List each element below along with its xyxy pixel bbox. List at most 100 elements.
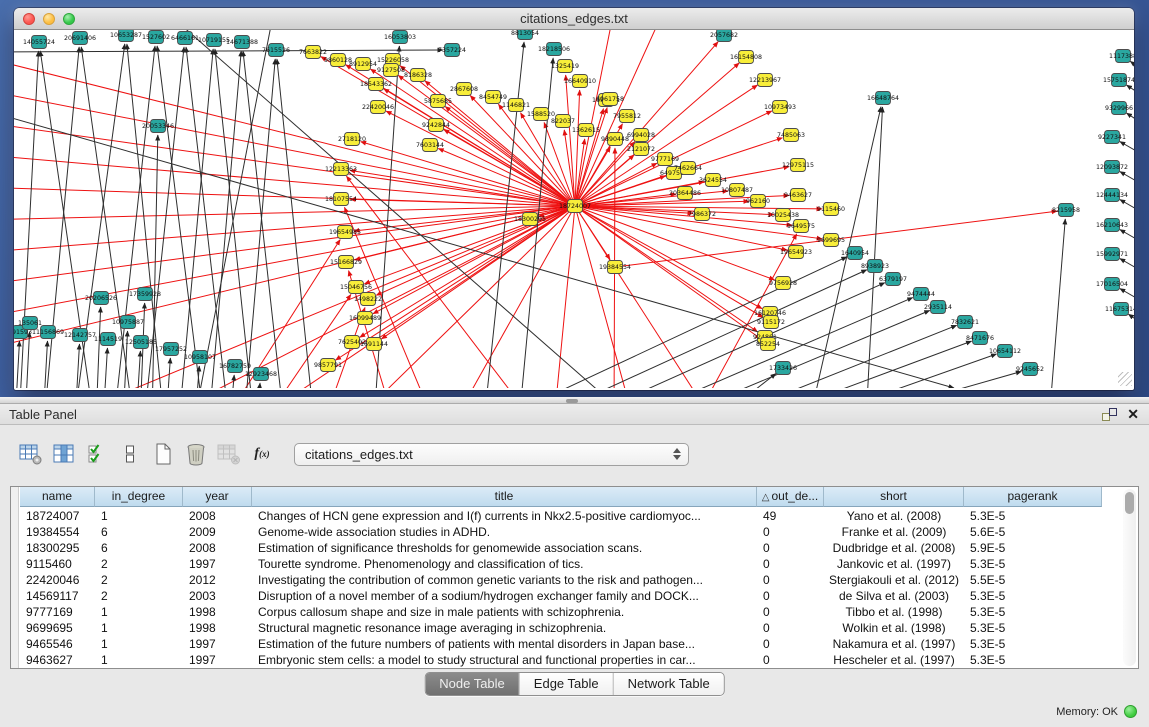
table-cell: 1	[95, 620, 183, 636]
table-cell: 19384554	[20, 524, 95, 540]
table-cell: 18300295	[20, 540, 95, 556]
table-row[interactable]: 911546021997Tourette syndrome. Phenomeno…	[20, 556, 1102, 572]
graph-node-label: 2935114	[924, 304, 952, 311]
table-vertical-scrollbar[interactable]	[1123, 489, 1136, 666]
citation-edge-black	[157, 46, 204, 388]
delete-table-button[interactable]	[183, 441, 209, 467]
table-selector-value: citations_edges.txt	[295, 447, 413, 462]
table-cell: 2003	[183, 588, 252, 604]
graph-node-label: 16782759	[219, 363, 251, 370]
graph-node-label: 18724007	[559, 203, 591, 210]
graph-node-label: 8912954	[349, 61, 377, 68]
graph-node-label: 17957252	[155, 346, 187, 353]
network-canvas[interactable]: 1872400718300295193845547663822986012889…	[14, 30, 1134, 388]
table-cell: 9115460	[20, 556, 95, 572]
table-cell: 5.3E-5	[964, 636, 1102, 652]
column-header-year[interactable]: year	[183, 487, 252, 507]
memory-ok-indicator	[1124, 705, 1137, 718]
table-cell: 49	[757, 508, 824, 524]
minimize-window-button[interactable]	[43, 13, 55, 25]
graph-node-label: 12142757	[64, 332, 96, 339]
table-cell: de Silva et al. (2003)	[824, 588, 964, 604]
column-header-in_degree[interactable]: in_degree	[95, 487, 183, 507]
split-pane-divider[interactable]	[0, 397, 1149, 404]
table-cell: Genome-wide association studies in ADHD.	[252, 524, 757, 540]
table-row[interactable]: 969969511998Structural magnetic resonanc…	[20, 620, 1102, 636]
table-cell: 5.3E-5	[964, 620, 1102, 636]
split-pane-handle[interactable]	[566, 399, 578, 403]
graph-node-label: 10654112	[989, 348, 1021, 355]
citation-edge-black	[534, 270, 867, 388]
column-header-out_de[interactable]: △out_de...	[757, 487, 824, 507]
graph-node-label: 10025438	[767, 212, 799, 219]
table-cell: Estimation of the future numbers of pati…	[252, 636, 757, 652]
citation-edge-red	[14, 154, 575, 206]
table-row[interactable]: 946362711997Embryonic stem cells: a mode…	[20, 652, 1102, 668]
window-resize-grip[interactable]	[1118, 372, 1132, 386]
scrollbar-thumb[interactable]	[1125, 492, 1134, 514]
column-header-title[interactable]: title	[252, 487, 757, 507]
desktop-background: citations_edges.txt 18724007183002951938…	[0, 0, 1149, 397]
table-row[interactable]: 1456911722003Disruption of a novel membe…	[20, 588, 1102, 604]
graph-node-label: 12213967	[749, 77, 781, 84]
table-cell: 1998	[183, 620, 252, 636]
select-all-columns-button[interactable]	[84, 441, 110, 467]
table-cell: 5.3E-5	[964, 508, 1102, 524]
table-row[interactable]: 2242004622012Investigating the contribut…	[20, 572, 1102, 588]
table-cell: Investigating the contribution of common…	[252, 572, 757, 588]
network-view-window: citations_edges.txt 18724007183002951938…	[14, 8, 1134, 390]
citation-edge-black	[136, 351, 140, 388]
network-graph: 1872400718300295193845547663822986012889…	[14, 30, 1134, 388]
table-row[interactable]: 1938455462009Genome-wide association stu…	[20, 524, 1102, 540]
status-bar: Memory: OK	[1056, 705, 1137, 718]
row-height-button[interactable]	[117, 441, 143, 467]
column-header-short[interactable]: short	[824, 487, 964, 507]
table-cell: Estimation of significance thresholds fo…	[252, 540, 757, 556]
show-columns-button[interactable]	[51, 441, 77, 467]
citation-edge-black	[15, 341, 20, 388]
citation-edge-red	[575, 206, 792, 225]
create-table-button[interactable]	[150, 441, 176, 467]
graph-node-label: 11675314	[1105, 306, 1134, 313]
close-panel-icon[interactable]: ✕	[1127, 407, 1139, 421]
column-header-name[interactable]: name	[20, 487, 95, 507]
citation-edge-black	[209, 51, 241, 388]
graph-node-label: 8938923	[861, 263, 889, 270]
graph-node-label: 1733426	[769, 365, 797, 372]
close-window-button[interactable]	[23, 13, 35, 25]
zoom-window-button[interactable]	[63, 13, 75, 25]
window-titlebar[interactable]: citations_edges.txt	[14, 8, 1134, 30]
graph-node-label: 9860128	[324, 57, 352, 64]
graph-node-label: 7357224	[438, 47, 466, 54]
float-panel-icon[interactable]	[1102, 408, 1117, 421]
row-height-icon	[124, 443, 136, 465]
graph-node-label: 16053803	[384, 34, 416, 41]
table-row[interactable]: 946554611997Estimation of the future num…	[20, 636, 1102, 652]
graph-node-label: 1691144	[360, 341, 388, 348]
table-settings-button[interactable]	[18, 441, 44, 467]
table-cell: 5.3E-5	[964, 588, 1102, 604]
graph-node-label: 11156869	[32, 329, 64, 336]
table-cell: Dudbridge et al. (2008)	[824, 540, 964, 556]
table-cell: 1997	[183, 652, 252, 668]
table-row[interactable]: 977716911998Corpus callosum shape and si…	[20, 604, 1102, 620]
citation-edge-red	[566, 75, 575, 206]
tab-network-table[interactable]: Network Table	[614, 673, 724, 695]
table-cell: 0	[757, 524, 824, 540]
table-row[interactable]: 1872400712008Changes of HCN gene express…	[20, 508, 1102, 524]
graph-node-label: 7485063	[777, 132, 805, 139]
column-header-pagerank[interactable]: pagerank	[964, 487, 1102, 507]
table-selector-dropdown[interactable]: citations_edges.txt	[294, 443, 689, 466]
function-builder-button[interactable]: f(x)	[249, 441, 275, 467]
graph-node-label: 3624554	[699, 177, 727, 184]
table-row[interactable]: 1830029562008Estimation of significance …	[20, 540, 1102, 556]
graph-node-label: 15226058	[377, 57, 409, 64]
citation-edge-black	[1049, 219, 1065, 388]
graph-node-label: 9115172	[757, 319, 785, 326]
tab-edge-table[interactable]: Edge Table	[520, 673, 614, 695]
graph-node-label: 16648764	[867, 95, 899, 102]
tab-node-table[interactable]: Node Table	[425, 673, 520, 695]
citation-edge-black	[179, 49, 213, 388]
table-cell: Nakamura et al. (1997)	[824, 636, 964, 652]
sort-ascending-icon: △	[762, 492, 770, 503]
